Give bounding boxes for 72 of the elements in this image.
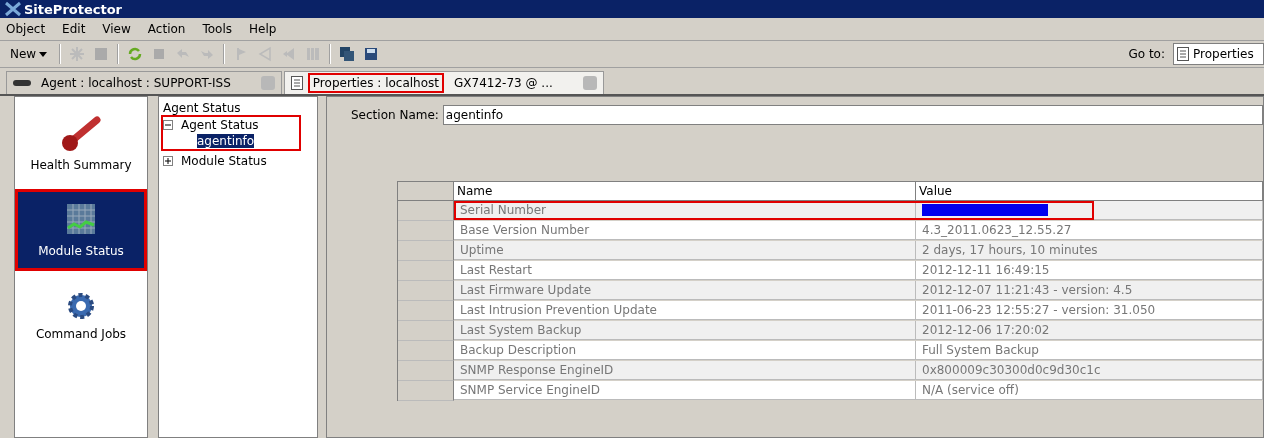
- menu-item[interactable]: Action: [147, 22, 186, 36]
- tab-label: Agent : localhost : SUPPORT-ISS: [40, 75, 232, 92]
- sparkle-icon[interactable]: [69, 46, 86, 62]
- row-header[interactable]: [398, 301, 454, 321]
- tab-label: Properties : localhost: [307, 73, 445, 93]
- expand-icon[interactable]: [163, 156, 173, 166]
- table-cell: Last System Backup: [454, 321, 916, 340]
- menu-item[interactable]: Help: [249, 22, 277, 36]
- tab-detail: GX7412-73 @ ...: [453, 75, 554, 92]
- tree-item[interactable]: agentinfo: [197, 134, 255, 148]
- grid-icon[interactable]: [93, 46, 110, 62]
- table-cell: Last Firmware Update: [454, 281, 916, 300]
- column-header[interactable]: Value: [916, 182, 1263, 201]
- table-cell: 0x800009c30300d0c9d30c1c: [916, 361, 1263, 380]
- row-header[interactable]: [398, 321, 454, 341]
- menu-item[interactable]: Tools: [202, 22, 232, 36]
- table-cell: 2012-12-06 17:20:02: [916, 321, 1263, 340]
- device-icon: [13, 79, 31, 87]
- menu-item[interactable]: Object: [6, 22, 46, 36]
- table-cell: Full System Backup: [916, 341, 1263, 360]
- document-icon: [1177, 47, 1189, 61]
- table-cell: Last Restart: [454, 261, 916, 280]
- column-header[interactable]: Name: [454, 182, 916, 201]
- row-header[interactable]: [398, 281, 454, 301]
- row-header[interactable]: [398, 241, 454, 261]
- nav-item[interactable]: Command Jobs: [15, 275, 147, 357]
- table-cell: N/A (service off): [916, 381, 1263, 400]
- gear-icon: [66, 291, 96, 321]
- section-label: Section Name:: [351, 108, 439, 122]
- menu-item[interactable]: View: [102, 22, 131, 36]
- table-cell: 2012-12-07 11:21:43 - version: 4.5: [916, 281, 1263, 300]
- tab[interactable]: Agent : localhost : SUPPORT-ISS: [6, 71, 282, 94]
- document-icon: [290, 76, 303, 90]
- table-cell: 2 days, 17 hours, 10 minutes: [916, 241, 1263, 260]
- row-header[interactable]: [398, 261, 454, 281]
- row-header[interactable]: [398, 341, 454, 361]
- table-cell: 4.3_2011.0623_12.55.27: [916, 221, 1263, 240]
- nav-item[interactable]: Health Summary: [15, 103, 147, 185]
- goto-field[interactable]: Properties: [1173, 43, 1264, 65]
- table-cell: 2011-06-23 12:55:27 - version: 31.050: [916, 301, 1263, 320]
- row-header[interactable]: [398, 361, 454, 381]
- close-icon[interactable]: [582, 76, 597, 90]
- table-cell: SNMP Response EngineID: [454, 361, 916, 380]
- collapse-icon[interactable]: [163, 120, 173, 130]
- tree-item[interactable]: Agent Status: [181, 118, 259, 132]
- caret-icon: [39, 51, 48, 57]
- nav-item[interactable]: Module Status: [15, 189, 147, 271]
- new-button[interactable]: New: [6, 47, 52, 61]
- table-cell: SNMP Service EngineID: [454, 381, 916, 400]
- save-icon[interactable]: [363, 46, 380, 62]
- tab[interactable]: Properties : localhost GX7412-73 @ ...: [283, 71, 604, 94]
- window-title: SiteProtector: [24, 1, 122, 17]
- goto-label: Go to:: [1128, 47, 1165, 61]
- table-cell: Backup Description: [454, 341, 916, 360]
- thermometer-icon: [59, 116, 103, 152]
- save-all-icon[interactable]: [339, 46, 356, 62]
- table-cell: Last Intrusion Prevention Update: [454, 301, 916, 320]
- refresh-icon[interactable]: [127, 46, 144, 62]
- section-field[interactable]: agentinfo: [442, 105, 1263, 125]
- tree-item[interactable]: Module Status: [181, 154, 267, 168]
- row-header[interactable]: [398, 221, 454, 241]
- list-icon[interactable]: [305, 46, 322, 62]
- triangle-icon[interactable]: [257, 46, 274, 62]
- tree-title: Agent Status: [163, 101, 242, 115]
- logo-icon: [4, 1, 22, 17]
- menu-item[interactable]: Edit: [62, 22, 86, 36]
- table-cell: Base Version Number: [454, 221, 916, 240]
- close-icon[interactable]: [260, 76, 275, 90]
- table-cell: Uptime: [454, 241, 916, 260]
- table-cell: 2012-12-11 16:49:15: [916, 261, 1263, 280]
- row-header[interactable]: [398, 201, 454, 221]
- row-header[interactable]: [398, 381, 454, 401]
